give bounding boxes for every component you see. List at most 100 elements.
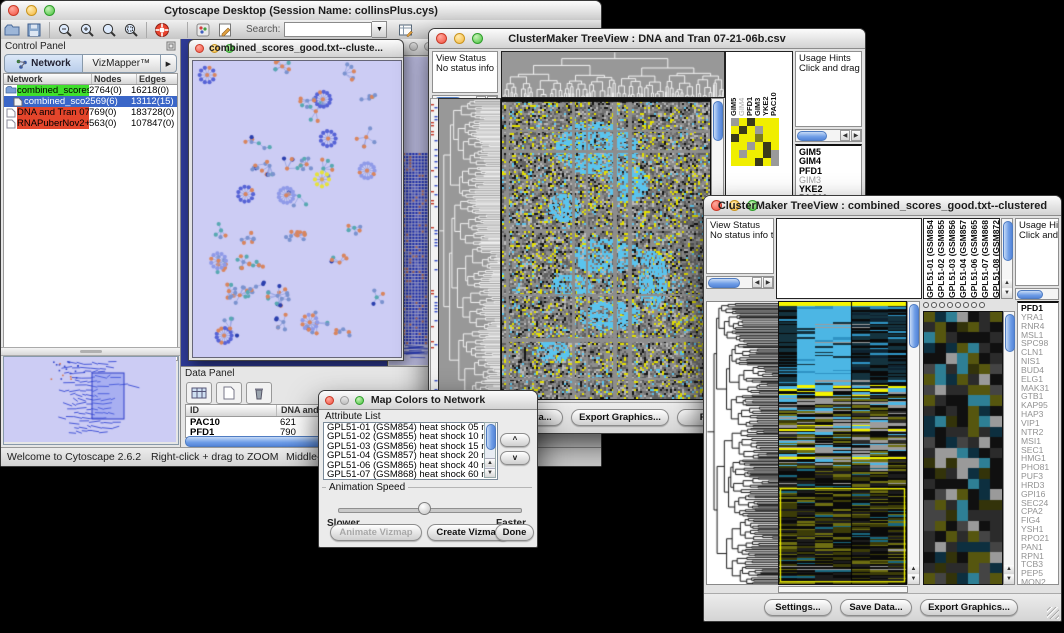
- matrix-cell: [771, 142, 779, 150]
- network-row-rnapuber[interactable]: RNAPuberNov2+ 563(0) 107847(0): [4, 118, 177, 129]
- scroll-down-icon[interactable]: ▼: [1004, 575, 1014, 584]
- column-header[interactable]: Network: [4, 74, 92, 84]
- tv2-column-sort-dots[interactable]: [923, 300, 1001, 310]
- zoom-fit-icon[interactable]: [98, 21, 120, 39]
- scroll-right-icon[interactable]: ▶: [763, 277, 773, 288]
- zoom-out-icon[interactable]: [54, 21, 76, 39]
- gene-label[interactable]: MON2: [1018, 578, 1058, 585]
- network-canvas-1[interactable]: [192, 60, 402, 358]
- tv2-zoom-heatmap[interactable]: [923, 311, 1003, 585]
- tv2-status-scrollbar[interactable]: ◀ ▶: [706, 276, 774, 289]
- network-row-combined-sco-selected[interactable]: combined_sco 2569(6) 13112(15): [4, 96, 177, 107]
- matrix-cell: [731, 118, 739, 126]
- tv1-cluster-matrix[interactable]: [731, 118, 779, 166]
- network-row-dna-tran[interactable]: DNA and Tran 07 769(0) 183728(0): [4, 107, 177, 118]
- scroll-up-icon[interactable]: ▲: [485, 458, 495, 467]
- animation-speed-slider-thumb[interactable]: [418, 502, 431, 515]
- animate-vizmap-button[interactable]: Animate Vizmap: [330, 524, 422, 541]
- scroll-up-icon[interactable]: ▲: [1002, 279, 1012, 288]
- help-lifering-icon[interactable]: [151, 21, 173, 39]
- tv2-column-labels: GPL51-01 (GSM854)GPL51-02 (GSM855)GPL51-…: [925, 220, 1000, 298]
- tv2-row-dendrogram[interactable]: [706, 301, 779, 585]
- settings-button[interactable]: Settings...: [764, 599, 832, 616]
- delete-attribute-icon[interactable]: [246, 382, 272, 404]
- matrix-cell: [731, 142, 739, 150]
- tv1-column-dendrogram[interactable]: [501, 51, 725, 98]
- search-input[interactable]: [284, 22, 372, 37]
- matrix-column-label: PFD1: [745, 58, 753, 116]
- attribute-browser-icon[interactable]: [395, 21, 417, 39]
- column-sort-dot[interactable]: [939, 302, 945, 308]
- scroll-left-icon[interactable]: ◀: [840, 130, 850, 141]
- move-up-button[interactable]: ^: [500, 433, 530, 447]
- column-sort-dot[interactable]: [979, 302, 985, 308]
- tv2-heatmap[interactable]: [778, 301, 908, 585]
- tv1-heatmap[interactable]: [501, 98, 711, 400]
- float-panel-icon[interactable]: [166, 38, 176, 56]
- network-view-window-1[interactable]: combined_scores_good.txt--cluste...: [188, 39, 404, 361]
- panel-divider-handle[interactable]: [1, 347, 180, 356]
- attribute-listbox[interactable]: GPL51-01 (GSM854) heat shock 05 minGPL51…: [323, 422, 498, 480]
- tab-overflow-icon[interactable]: ▶: [161, 54, 177, 73]
- treeview1-title-bar[interactable]: ClusterMaker TreeView : DNA and Tran 07-…: [429, 29, 865, 49]
- zoom-in-icon[interactable]: [76, 21, 98, 39]
- attribute-item[interactable]: GPL51-07 (GSM868) heat shock 60 min: [324, 470, 497, 479]
- column-sort-dot[interactable]: [971, 302, 977, 308]
- matrix-cell: [731, 134, 739, 142]
- tv2-heatmap-vscrollbar[interactable]: ▲ ▼: [907, 301, 920, 585]
- tv1-hints-scrollbar[interactable]: ◀ ▶: [795, 129, 862, 142]
- tv2-heatmap-hscrollbar[interactable]: [778, 586, 908, 593]
- plugin-icon[interactable]: [192, 21, 214, 39]
- column-sort-dot[interactable]: [931, 302, 937, 308]
- save-data-button[interactable]: Save Data...: [840, 599, 912, 616]
- tv1-row-dendrogram[interactable]: [438, 98, 501, 400]
- column-header[interactable]: Edges: [137, 74, 177, 84]
- column-sort-dot[interactable]: [963, 302, 969, 308]
- scroll-down-icon[interactable]: ▼: [908, 575, 919, 584]
- column-header[interactable]: ID: [186, 405, 277, 416]
- network-overview-canvas[interactable]: [4, 357, 176, 442]
- column-sort-dot[interactable]: [947, 302, 953, 308]
- treeview2-title-bar[interactable]: ClusterMaker TreeView : combined_scores_…: [704, 196, 1061, 216]
- search-dropdown-icon[interactable]: ▼: [372, 21, 387, 38]
- column-sort-dot[interactable]: [955, 302, 961, 308]
- matrix-cell: [739, 118, 747, 126]
- matrix-column-label: GIM5: [729, 58, 737, 116]
- matrix-cell: [739, 142, 747, 150]
- done-button[interactable]: Done: [495, 524, 534, 541]
- tv2-labels-scrollbar[interactable]: ▲ ▼: [1001, 218, 1013, 299]
- attribute-select-icon[interactable]: [186, 382, 212, 404]
- network-row-combined-scores[interactable]: combined_scores_ 2764(0) 16218(0): [4, 85, 177, 96]
- network-overview-panel[interactable]: [3, 356, 179, 445]
- minimize-icon[interactable]: [409, 42, 418, 51]
- tab-network[interactable]: Network: [4, 54, 83, 73]
- matrix-column-label: PAC10: [769, 58, 777, 116]
- main-title-bar[interactable]: Cytoscape Desktop (Session Name: collins…: [1, 1, 601, 21]
- animation-speed-label: Animation Speed: [326, 482, 408, 493]
- zoom-selected-icon[interactable]: [120, 21, 142, 39]
- scroll-right-icon[interactable]: ▶: [851, 130, 861, 141]
- scroll-down-icon[interactable]: ▼: [485, 468, 495, 477]
- resize-grip[interactable]: [1047, 607, 1059, 619]
- tab-vizmapper[interactable]: VizMapper™: [83, 54, 161, 73]
- tv2-hints-scrollbar[interactable]: [1015, 288, 1059, 300]
- attribute-list-scrollbar[interactable]: ▲ ▼: [484, 422, 496, 478]
- annotation-icon[interactable]: [214, 21, 236, 39]
- tv2-column-dendrogram-area[interactable]: [776, 218, 922, 299]
- tv2-zoom-vscrollbar[interactable]: ▲ ▼: [1003, 311, 1015, 585]
- open-file-icon[interactable]: [1, 21, 23, 39]
- scroll-left-icon[interactable]: ◀: [752, 277, 762, 288]
- scroll-down-icon[interactable]: ▼: [1002, 289, 1012, 298]
- column-header[interactable]: Nodes: [92, 74, 137, 84]
- new-attribute-icon[interactable]: [216, 382, 242, 404]
- export-graphics-button[interactable]: Export Graphics...: [920, 599, 1018, 616]
- save-icon[interactable]: [23, 21, 45, 39]
- array-column-label: GPL51-01 (GSM854): [925, 220, 936, 298]
- scroll-up-icon[interactable]: ▲: [908, 565, 919, 574]
- dialog-title-bar[interactable]: Map Colors to Network: [319, 391, 537, 410]
- move-down-button[interactable]: v: [500, 451, 530, 465]
- column-sort-dot[interactable]: [923, 302, 929, 308]
- matrix-cell: [731, 158, 739, 166]
- scroll-up-icon[interactable]: ▲: [1004, 565, 1014, 574]
- export-graphics-button[interactable]: Export Graphics...: [571, 409, 669, 426]
